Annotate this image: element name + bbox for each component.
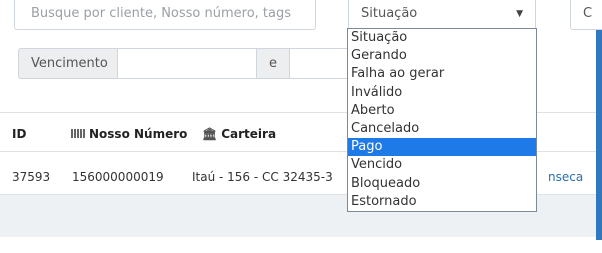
dropdown-option[interactable]: Vencido xyxy=(348,156,536,174)
column-header-carteira[interactable]: 🏛 Carteira xyxy=(202,127,276,141)
column-header-carteira-label: Carteira xyxy=(221,127,277,141)
barcode-icon xyxy=(71,129,85,138)
due-date-to-input[interactable] xyxy=(289,48,349,79)
row-nosso-numero: 156000000019 xyxy=(72,170,164,184)
dropdown-option[interactable]: Cancelado xyxy=(348,120,536,138)
column-header-nosso-numero[interactable]: Nosso Número xyxy=(71,127,187,141)
dropdown-option[interactable]: Falha ao gerar xyxy=(348,65,536,83)
dropdown-option[interactable]: Estornado xyxy=(348,193,536,211)
partial-field[interactable]: C xyxy=(570,0,602,30)
dropdown-option[interactable]: Inválido xyxy=(348,84,536,102)
status-dropdown-list[interactable]: Situação Gerando Falha ao gerar Inválido Abe… xyxy=(347,28,537,212)
dropdown-option[interactable]: Aberto xyxy=(348,102,536,120)
column-header-id[interactable]: ID xyxy=(12,127,26,141)
status-select[interactable]: Situação ▼ xyxy=(348,0,536,30)
dropdown-option[interactable]: Gerando xyxy=(348,47,536,65)
row-id: 37593 xyxy=(12,170,51,184)
row-client-link[interactable]: nseca xyxy=(548,170,583,184)
column-header-nosso-label: Nosso Número xyxy=(89,127,188,141)
and-label: e xyxy=(256,48,290,79)
dropdown-option[interactable]: Pago xyxy=(348,138,536,157)
row-carteira: Itaú - 156 - CC 32435-3 xyxy=(192,170,333,184)
due-date-from-input[interactable] xyxy=(117,48,257,79)
status-select-value: Situação xyxy=(361,6,418,21)
bank-icon: 🏛 xyxy=(202,127,218,141)
dropdown-option[interactable]: Situação xyxy=(348,29,536,47)
right-border xyxy=(596,0,602,240)
search-input[interactable]: Busque por cliente, Nosso número, tags xyxy=(14,0,316,30)
due-date-label: Vencimento xyxy=(18,48,118,79)
chevron-down-icon: ▼ xyxy=(516,9,523,19)
dropdown-option[interactable]: Bloqueado xyxy=(348,175,536,193)
